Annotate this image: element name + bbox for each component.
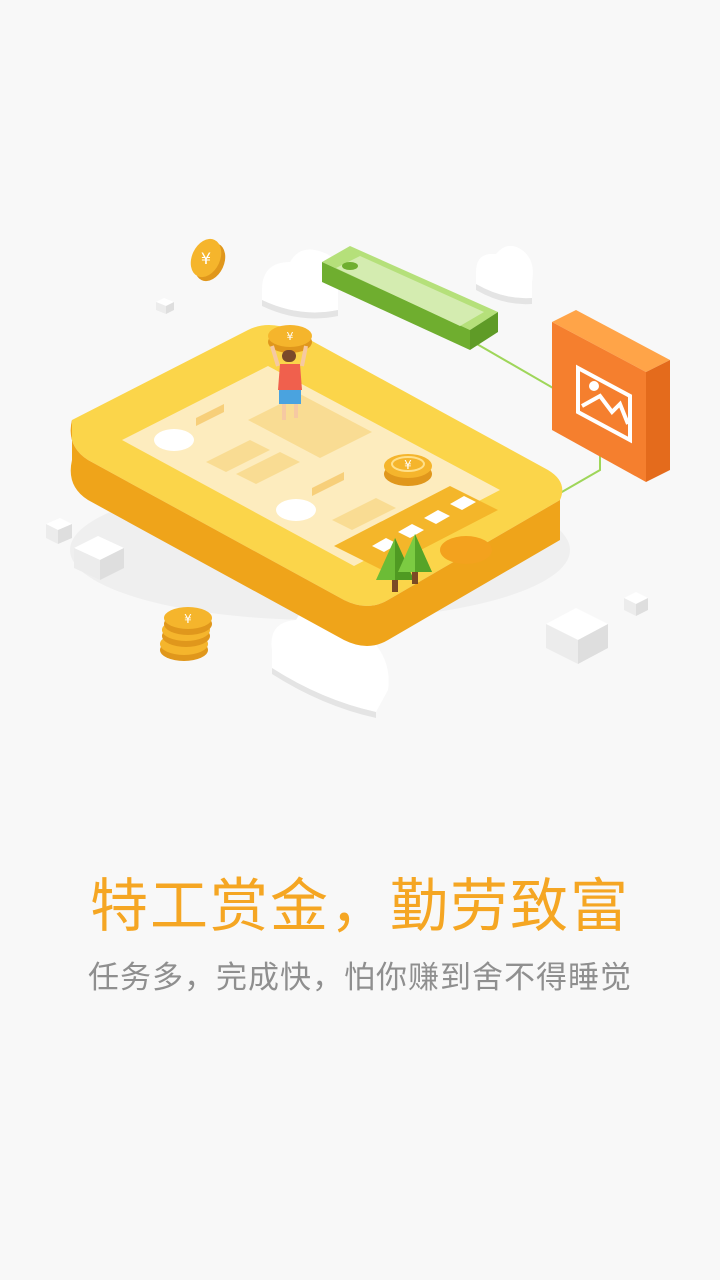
svg-text:¥: ¥ [184,612,192,626]
cube-small-2 [46,518,72,544]
svg-text:¥: ¥ [287,330,294,343]
coin-stack-icon: ¥ [160,607,212,661]
onboarding-subline: 任务多，完成快，怕你赚到舍不得睡觉 [88,960,632,996]
onboarding-screen: ¥ ¥ ¥ ¥ 特工赏金，勤劳致富 任务多，完成快，怕你赚到舍不得睡觉 [0,0,720,1280]
cube-medium-2 [546,608,608,664]
cloud-right-icon [476,245,533,305]
connector-line-top [469,339,561,393]
floating-coin-icon: ¥ [190,238,226,282]
coin-icon: ¥ [384,454,432,486]
svg-text:¥: ¥ [201,249,211,268]
cube-small-1 [156,298,174,314]
onboarding-headline: 特工赏金，勤劳致富 [89,872,630,940]
svg-text:¥: ¥ [404,458,412,472]
photo-tile-icon [552,310,670,482]
cube-small-3 [624,592,648,616]
small-phone-icon [322,246,498,350]
isometric-phone-illustration: ¥ ¥ ¥ ¥ [46,238,670,718]
